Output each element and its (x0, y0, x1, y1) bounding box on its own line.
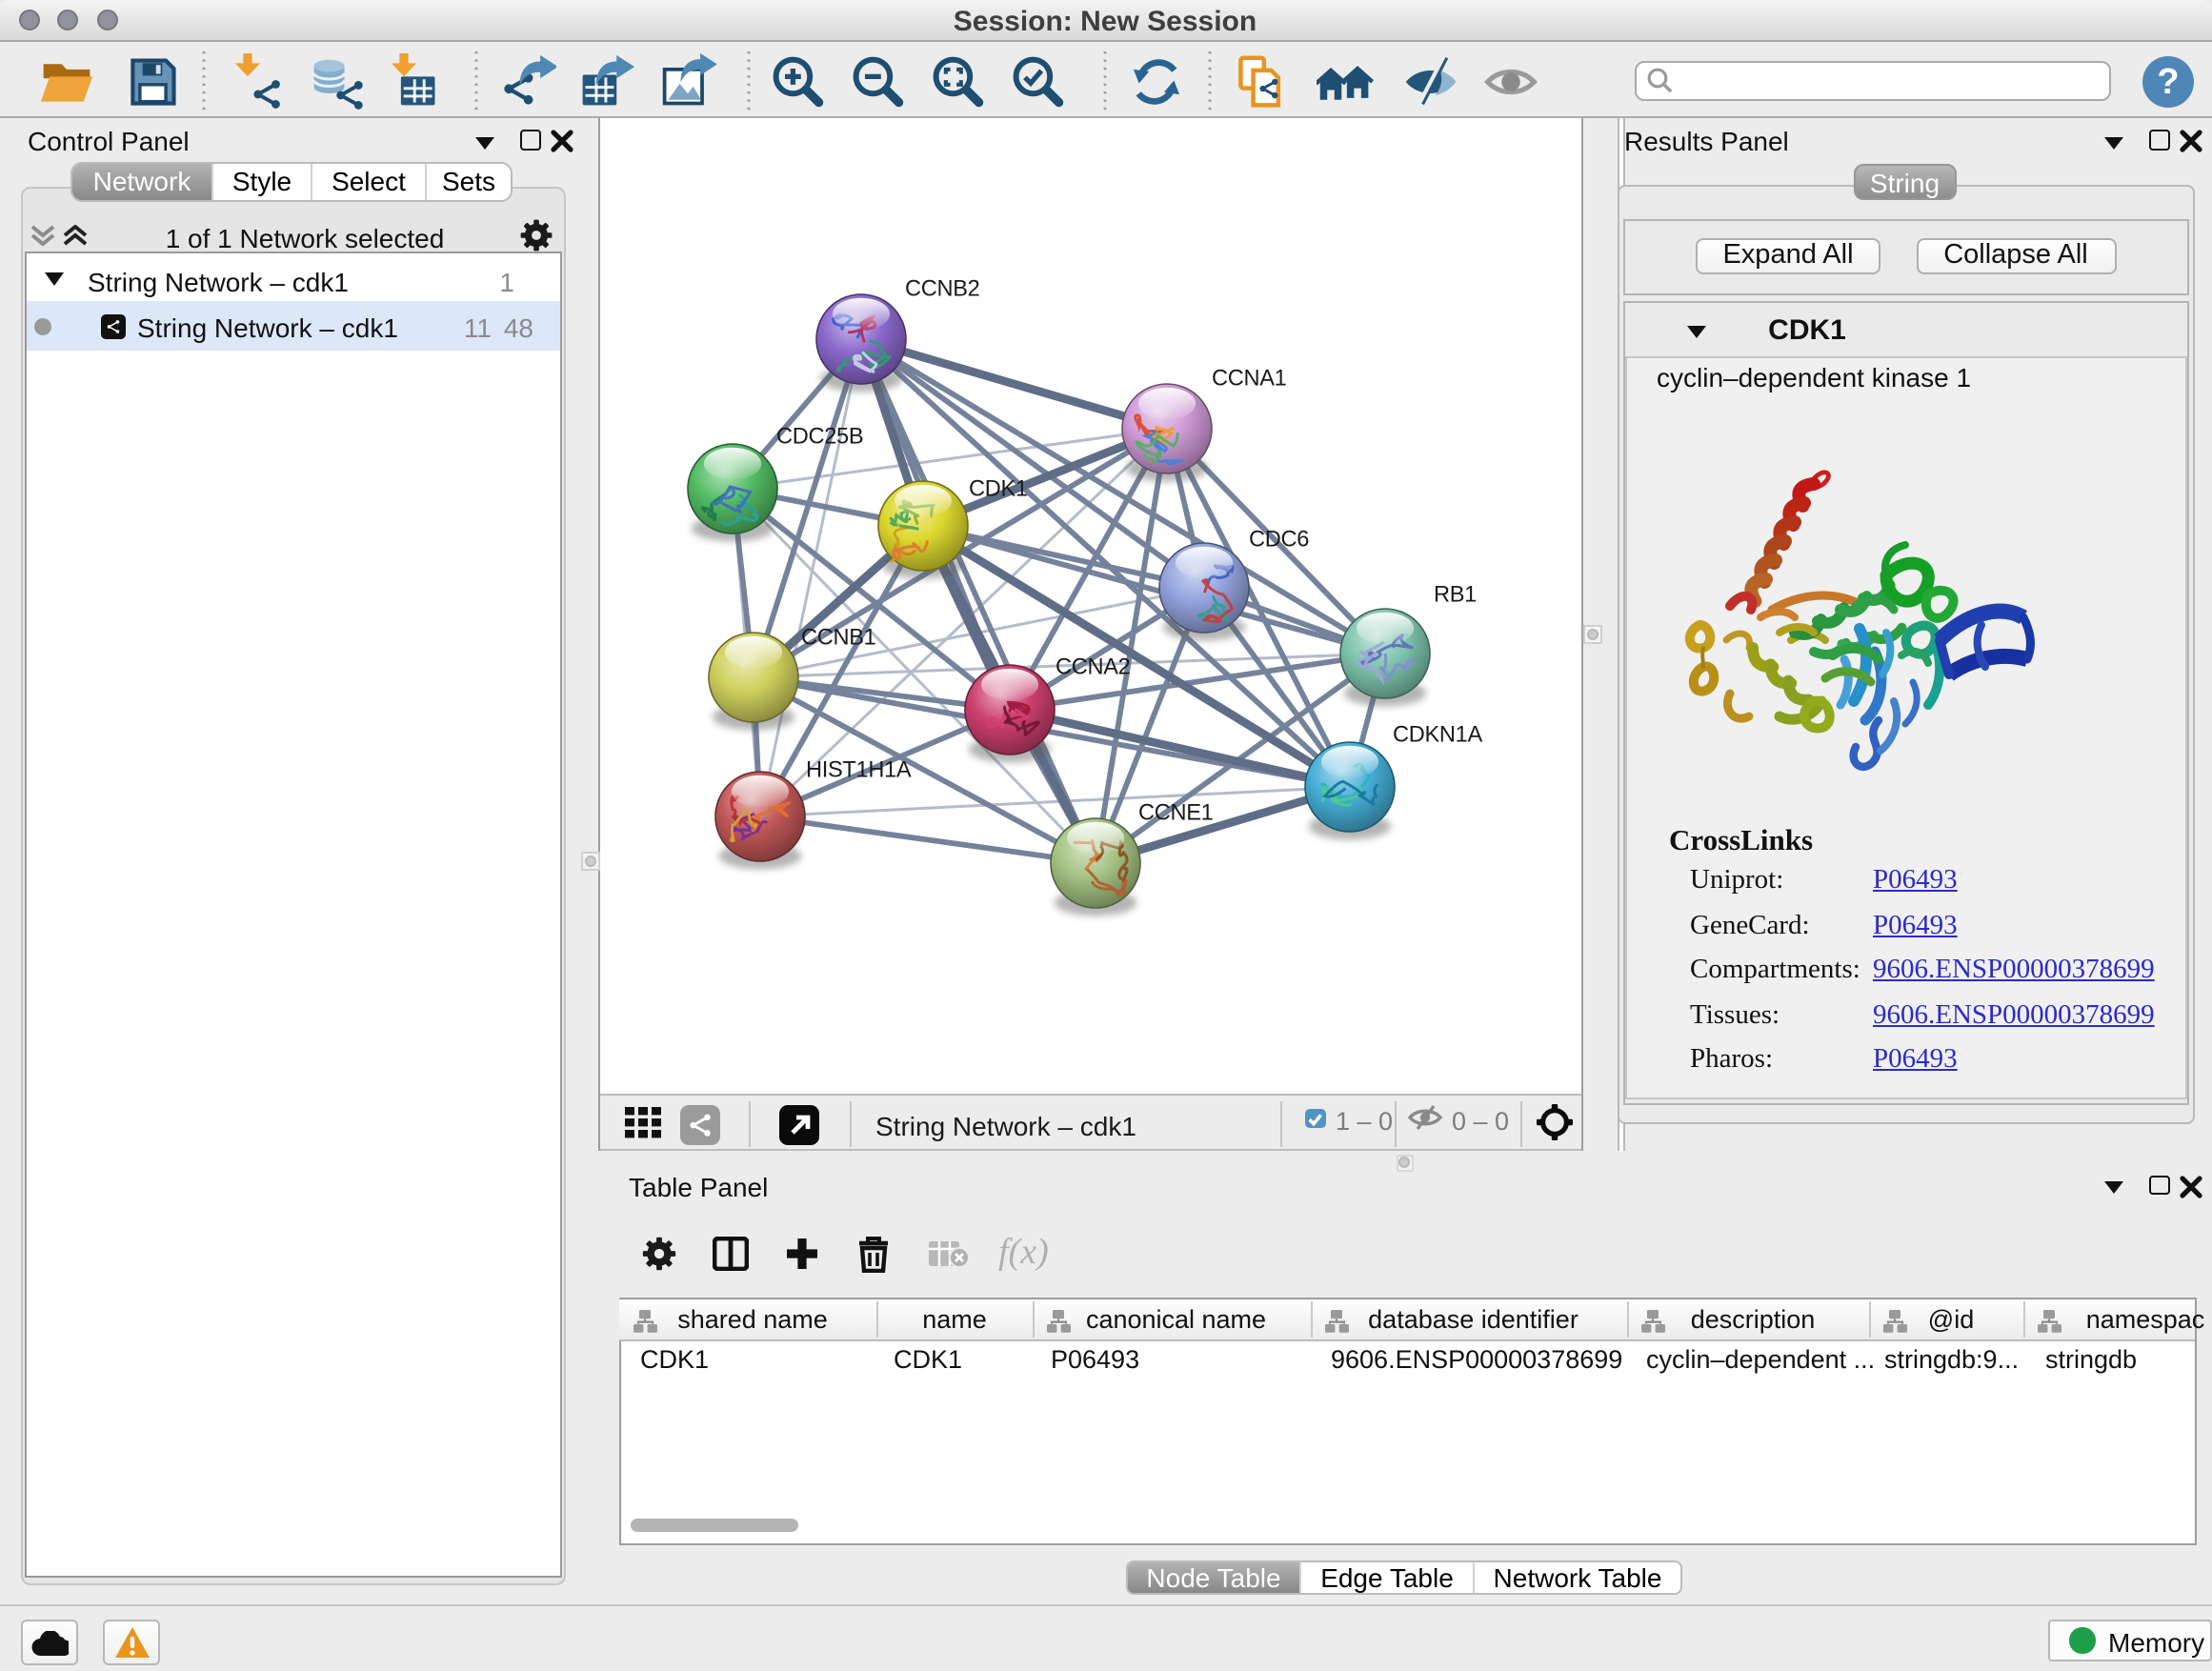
svg-text:CCNB2: CCNB2 (905, 276, 979, 301)
svg-text:CCNB1: CCNB1 (801, 625, 875, 650)
svg-text:CDC25B: CDC25B (776, 424, 863, 449)
svg-text:CCNE1: CCNE1 (1138, 800, 1213, 825)
svg-text:RB1: RB1 (1434, 582, 1477, 607)
svg-text:HIST1H1A: HIST1H1A (806, 757, 912, 782)
svg-text:CCNA2: CCNA2 (1056, 654, 1130, 679)
svg-text:CDKN1A: CDKN1A (1393, 722, 1482, 747)
svg-text:CCNA1: CCNA1 (1212, 366, 1286, 391)
svg-text:?: ? (2157, 62, 2179, 102)
svg-text:CDC6: CDC6 (1249, 527, 1309, 552)
svg-text:CDK1: CDK1 (969, 476, 1028, 501)
